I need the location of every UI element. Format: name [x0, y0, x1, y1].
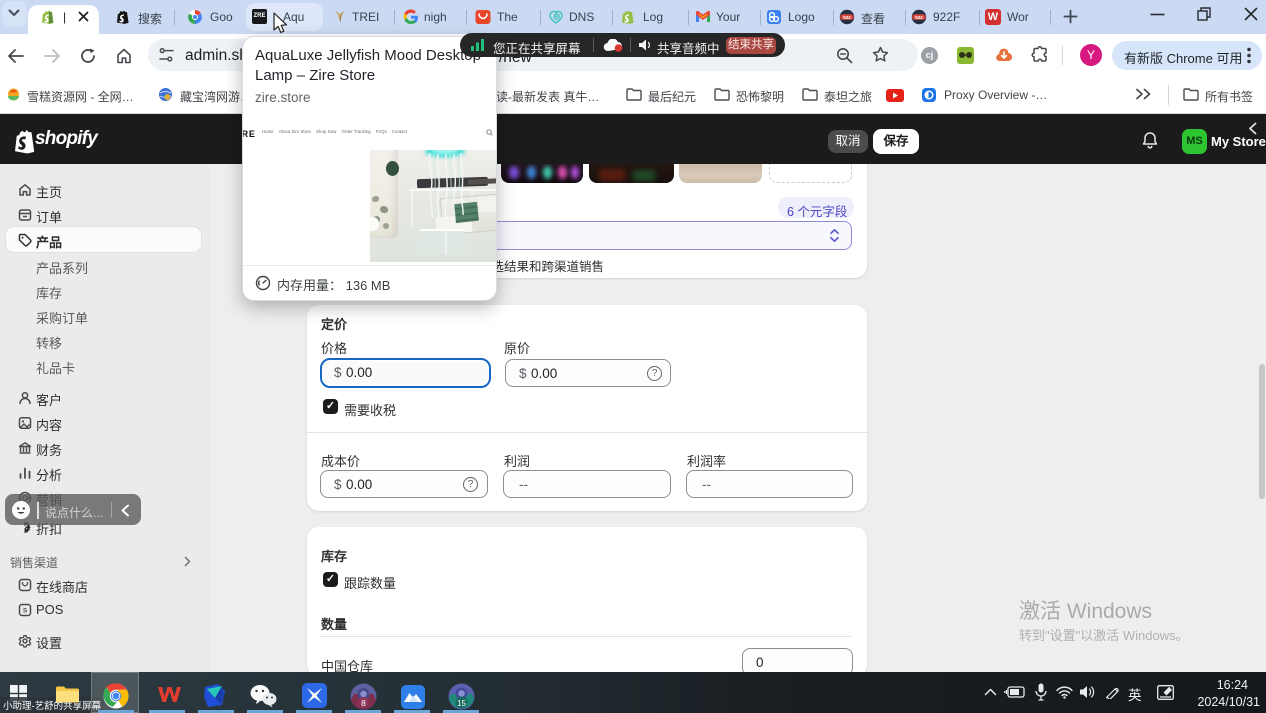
- svg-text:15: 15: [457, 699, 466, 708]
- svg-text:S: S: [23, 608, 28, 615]
- svg-text:8: 8: [361, 698, 366, 708]
- svg-text:922: 922: [843, 15, 851, 20]
- svg-text:922: 922: [915, 15, 923, 20]
